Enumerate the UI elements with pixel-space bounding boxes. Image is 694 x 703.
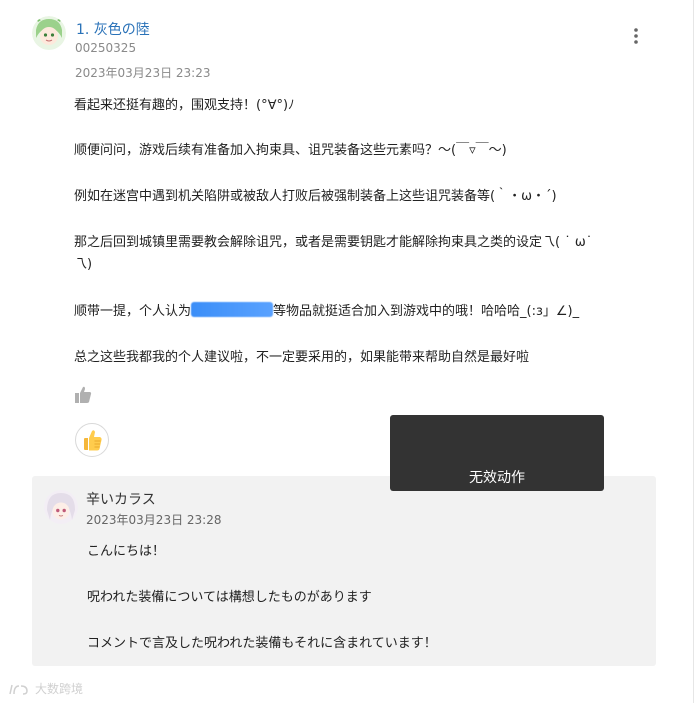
invalid-action-toast: 无效动作 bbox=[390, 415, 604, 491]
commenter-avatar[interactable] bbox=[32, 16, 66, 50]
comment-paragraph-1: 看起来还挺有趣的，围观支持！(°∀°)ﾉ bbox=[74, 98, 295, 113]
user-id: 00250325 bbox=[75, 41, 137, 55]
comment-paragraph-3: 例如在迷宫中遇到机关陷阱或被敌人打败后被强制装备上这些诅咒装备等(｀・ω・´) bbox=[74, 189, 557, 204]
comment-paragraph-4-line-1: 那之后回到城镇里需要教会解除诅咒，或者是需要钥匙才能解除拘束具之类的设定乁( ˙… bbox=[74, 235, 593, 250]
redacted-text bbox=[191, 302, 274, 317]
watermark: 大数跨境 bbox=[8, 680, 83, 697]
comment-paragraph-4-line-2: 乁) bbox=[74, 257, 93, 272]
comment-paragraph-5-end: 等物品就挺适合加入到游戏中的哦！哈哈哈_(:з」∠)_ bbox=[273, 304, 580, 319]
reply-line-1: こんにちは！ bbox=[87, 544, 166, 559]
watermark-logo-icon bbox=[9, 684, 28, 695]
watermark-text: 大数跨境 bbox=[35, 682, 84, 696]
thumbs-up-reaction-button[interactable] bbox=[75, 423, 109, 457]
reply-author-name[interactable]: 辛いカラス bbox=[86, 489, 156, 509]
reply-line-2: 呪われた装備については構想したものがあります bbox=[87, 590, 372, 605]
comment-page: 1. 灰色の陸 00250325 2023年03月23日 23:23 看起来还挺… bbox=[0, 0, 694, 703]
reply-box: 辛いカラス 2023年03月23日 23:28 こんにちは！ 呪われた装備につい… bbox=[32, 476, 656, 666]
comment-timestamp: 2023年03月23日 23:23 bbox=[75, 66, 211, 80]
toast-text: 无效动作 bbox=[469, 470, 525, 486]
reply-avatar-image bbox=[44, 490, 78, 524]
reply-avatar[interactable] bbox=[44, 490, 78, 524]
comment-paragraph-5: 顺带一提，个人认为 等物品就挺适合加入到游戏中的哦！哈哈哈_(:з」∠)_ bbox=[74, 301, 654, 323]
reply-line-3: コメントで言及した呪われた装備もそれに含まれています！ bbox=[87, 636, 437, 651]
thumbs-up-emoji-icon bbox=[84, 430, 102, 451]
comment-paragraph-6: 总之这些我都我的个人建议啦，不一定要采用的，如果能带来帮助自然是最好啦 bbox=[74, 350, 530, 365]
avatar-image bbox=[32, 16, 66, 50]
comment-paragraph-2: 顺便问问，游戏后续有准备加入拘束具、诅咒装备这些元素吗？～(￣▿￣～) bbox=[74, 143, 507, 158]
comment-paragraph-4: 那之后回到城镇里需要教会解除诅咒，或者是需要钥匙才能解除拘束具之类的设定乁( ˙… bbox=[74, 232, 654, 276]
comment-paragraph-5-start: 顺带一提，个人认为 bbox=[74, 304, 192, 319]
comment-title[interactable]: 1. 灰色の陸 bbox=[76, 19, 150, 39]
thumbs-up-icon[interactable] bbox=[73, 385, 93, 405]
more-vertical-icon[interactable] bbox=[632, 26, 640, 46]
comment-header: 1. 灰色の陸 00250325 2023年03月23日 23:23 bbox=[32, 16, 672, 86]
reply-timestamp: 2023年03月23日 23:28 bbox=[86, 513, 222, 527]
